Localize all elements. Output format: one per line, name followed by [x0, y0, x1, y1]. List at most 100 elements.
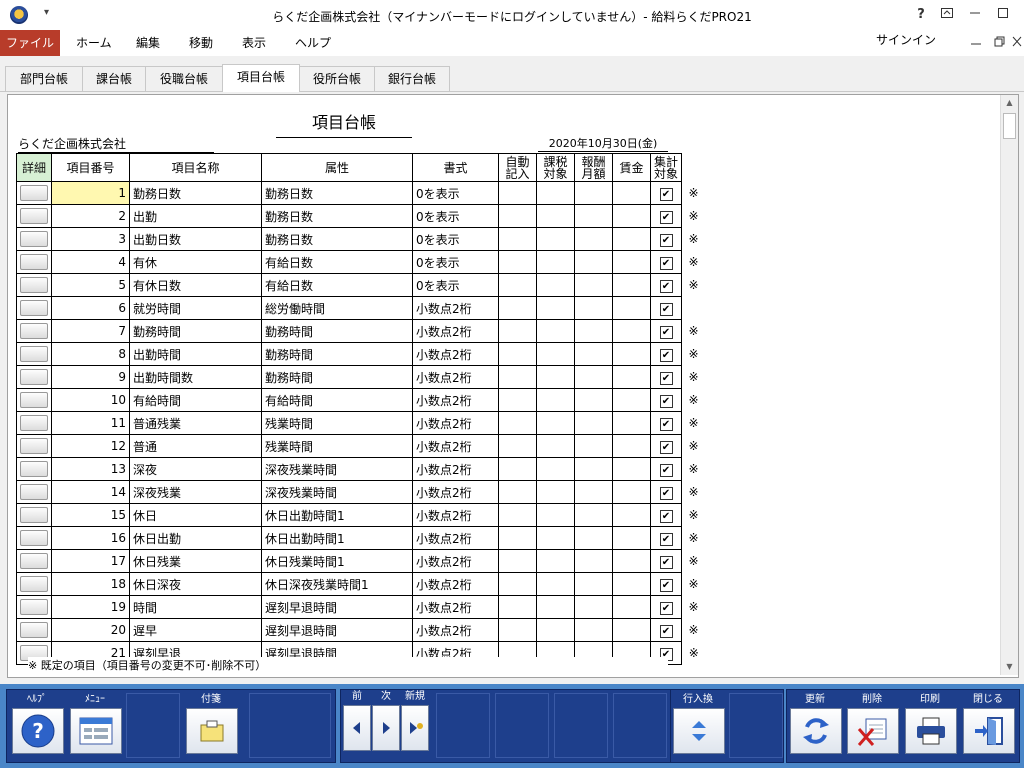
detail-button[interactable] — [20, 277, 48, 293]
wage-cell[interactable] — [612, 549, 651, 573]
auto-entry-cell[interactable] — [498, 250, 537, 274]
table-row[interactable]: 1 勤務日数 勤務日数 0を表示 ✔ ※ — [16, 181, 706, 205]
item-format-cell[interactable]: 0を表示 — [412, 181, 499, 205]
item-format-cell[interactable]: 0を表示 — [412, 273, 499, 297]
table-row[interactable]: 18 休日深夜 休日深夜残業時間1 小数点2桁 ✔ ※ — [16, 572, 706, 596]
detail-button[interactable] — [20, 530, 48, 546]
aggregate-cell[interactable]: ✔ — [649, 204, 683, 228]
minimize-icon[interactable] — [962, 4, 988, 26]
item-number-cell[interactable]: 19 — [51, 595, 130, 619]
menu-button[interactable]: ﾒﾆｭｰ — [68, 693, 122, 756]
table-row[interactable]: 14 深夜残業 深夜残業時間 小数点2桁 ✔ ※ — [16, 480, 706, 504]
auto-entry-cell[interactable] — [498, 457, 537, 481]
detail-button[interactable] — [20, 300, 48, 316]
aggregate-cell[interactable]: ✔ — [649, 296, 683, 320]
aggregate-cell[interactable]: ✔ — [649, 618, 683, 642]
item-format-cell[interactable]: 小数点2桁 — [412, 595, 499, 619]
aggregate-cell[interactable]: ✔ — [649, 457, 683, 481]
item-attribute-cell[interactable]: 勤務日数 — [261, 227, 413, 251]
table-row[interactable]: 2 出勤 勤務日数 0を表示 ✔ ※ — [16, 204, 706, 228]
auto-entry-cell[interactable] — [498, 319, 537, 343]
item-format-cell[interactable]: 小数点2桁 — [412, 618, 499, 642]
detail-button[interactable] — [20, 461, 48, 477]
mdi-minimize-icon[interactable] — [970, 36, 982, 51]
item-format-cell[interactable]: 小数点2桁 — [412, 503, 499, 527]
reward-monthly-cell[interactable] — [574, 204, 613, 228]
item-attribute-cell[interactable]: 勤務時間 — [261, 342, 413, 366]
prev-button[interactable] — [343, 705, 371, 751]
aggregate-checkbox[interactable]: ✔ — [659, 256, 673, 270]
auto-entry-cell[interactable] — [498, 480, 537, 504]
auto-entry-cell[interactable] — [498, 618, 537, 642]
wage-cell[interactable] — [612, 365, 651, 389]
taxable-cell[interactable] — [536, 411, 575, 435]
reward-monthly-cell[interactable] — [574, 480, 613, 504]
aggregate-checkbox[interactable]: ✔ — [659, 325, 673, 339]
item-name-cell[interactable]: 普通残業 — [129, 411, 262, 435]
reward-monthly-cell[interactable] — [574, 457, 613, 481]
auto-entry-cell[interactable] — [498, 273, 537, 297]
item-number-cell[interactable]: 8 — [51, 342, 130, 366]
aggregate-cell[interactable]: ✔ — [649, 227, 683, 251]
taxable-cell[interactable] — [536, 204, 575, 228]
aggregate-cell[interactable]: ✔ — [649, 273, 683, 297]
aggregate-cell[interactable]: ✔ — [649, 595, 683, 619]
item-name-cell[interactable]: 有休 — [129, 250, 262, 274]
wage-cell[interactable] — [612, 595, 651, 619]
aggregate-cell[interactable]: ✔ — [649, 181, 683, 205]
item-number-cell[interactable]: 5 — [51, 273, 130, 297]
table-row[interactable]: 7 勤務時間 勤務時間 小数点2桁 ✔ ※ — [16, 319, 706, 343]
wage-cell[interactable] — [612, 388, 651, 412]
taxable-cell[interactable] — [536, 296, 575, 320]
aggregate-checkbox[interactable]: ✔ — [659, 210, 673, 224]
aggregate-checkbox[interactable]: ✔ — [659, 302, 673, 316]
detail-button[interactable] — [20, 369, 48, 385]
detail-button[interactable] — [20, 599, 48, 615]
item-attribute-cell[interactable]: 勤務日数 — [261, 204, 413, 228]
auto-entry-cell[interactable] — [498, 411, 537, 435]
wage-cell[interactable] — [612, 434, 651, 458]
item-format-cell[interactable]: 小数点2桁 — [412, 319, 499, 343]
item-name-cell[interactable]: 勤務日数 — [129, 181, 262, 205]
item-number-cell[interactable]: 6 — [51, 296, 130, 320]
detail-button[interactable] — [20, 507, 48, 523]
reward-monthly-cell[interactable] — [574, 434, 613, 458]
wage-cell[interactable] — [612, 204, 651, 228]
aggregate-checkbox[interactable]: ✔ — [659, 279, 673, 293]
row-swap-button[interactable]: 行入換 — [671, 693, 725, 756]
aggregate-checkbox[interactable]: ✔ — [659, 371, 673, 385]
auto-entry-cell[interactable] — [498, 503, 537, 527]
item-name-cell[interactable]: 有休日数 — [129, 273, 262, 297]
auto-entry-cell[interactable] — [498, 227, 537, 251]
reward-monthly-cell[interactable] — [574, 296, 613, 320]
reward-monthly-cell[interactable] — [574, 595, 613, 619]
item-name-cell[interactable]: 出勤日数 — [129, 227, 262, 251]
tab-item[interactable]: 項目台帳 — [222, 64, 300, 92]
aggregate-checkbox[interactable]: ✔ — [659, 509, 673, 523]
item-name-cell[interactable]: 休日深夜 — [129, 572, 262, 596]
taxable-cell[interactable] — [536, 319, 575, 343]
item-format-cell[interactable]: 小数点2桁 — [412, 411, 499, 435]
item-attribute-cell[interactable]: 総労働時間 — [261, 296, 413, 320]
item-attribute-cell[interactable]: 有給日数 — [261, 273, 413, 297]
taxable-cell[interactable] — [536, 595, 575, 619]
aggregate-cell[interactable]: ✔ — [649, 480, 683, 504]
aggregate-cell[interactable]: ✔ — [649, 411, 683, 435]
item-number-cell[interactable]: 14 — [51, 480, 130, 504]
aggregate-checkbox[interactable]: ✔ — [659, 394, 673, 408]
table-row[interactable]: 10 有給時間 有給時間 小数点2桁 ✔ ※ — [16, 388, 706, 412]
item-attribute-cell[interactable]: 勤務日数 — [261, 181, 413, 205]
wage-cell[interactable] — [612, 618, 651, 642]
detail-button[interactable] — [20, 438, 48, 454]
item-name-cell[interactable]: 出勤時間 — [129, 342, 262, 366]
aggregate-checkbox[interactable]: ✔ — [659, 578, 673, 592]
reward-monthly-cell[interactable] — [574, 365, 613, 389]
detail-button[interactable] — [20, 254, 48, 270]
vertical-scrollbar[interactable]: ▲ ▼ — [1000, 95, 1018, 675]
item-attribute-cell[interactable]: 有給日数 — [261, 250, 413, 274]
reward-monthly-cell[interactable] — [574, 227, 613, 251]
taxable-cell[interactable] — [536, 365, 575, 389]
mdi-restore-icon[interactable] — [994, 36, 1006, 51]
menu-home[interactable]: ホーム — [76, 30, 112, 56]
detail-button[interactable] — [20, 346, 48, 362]
